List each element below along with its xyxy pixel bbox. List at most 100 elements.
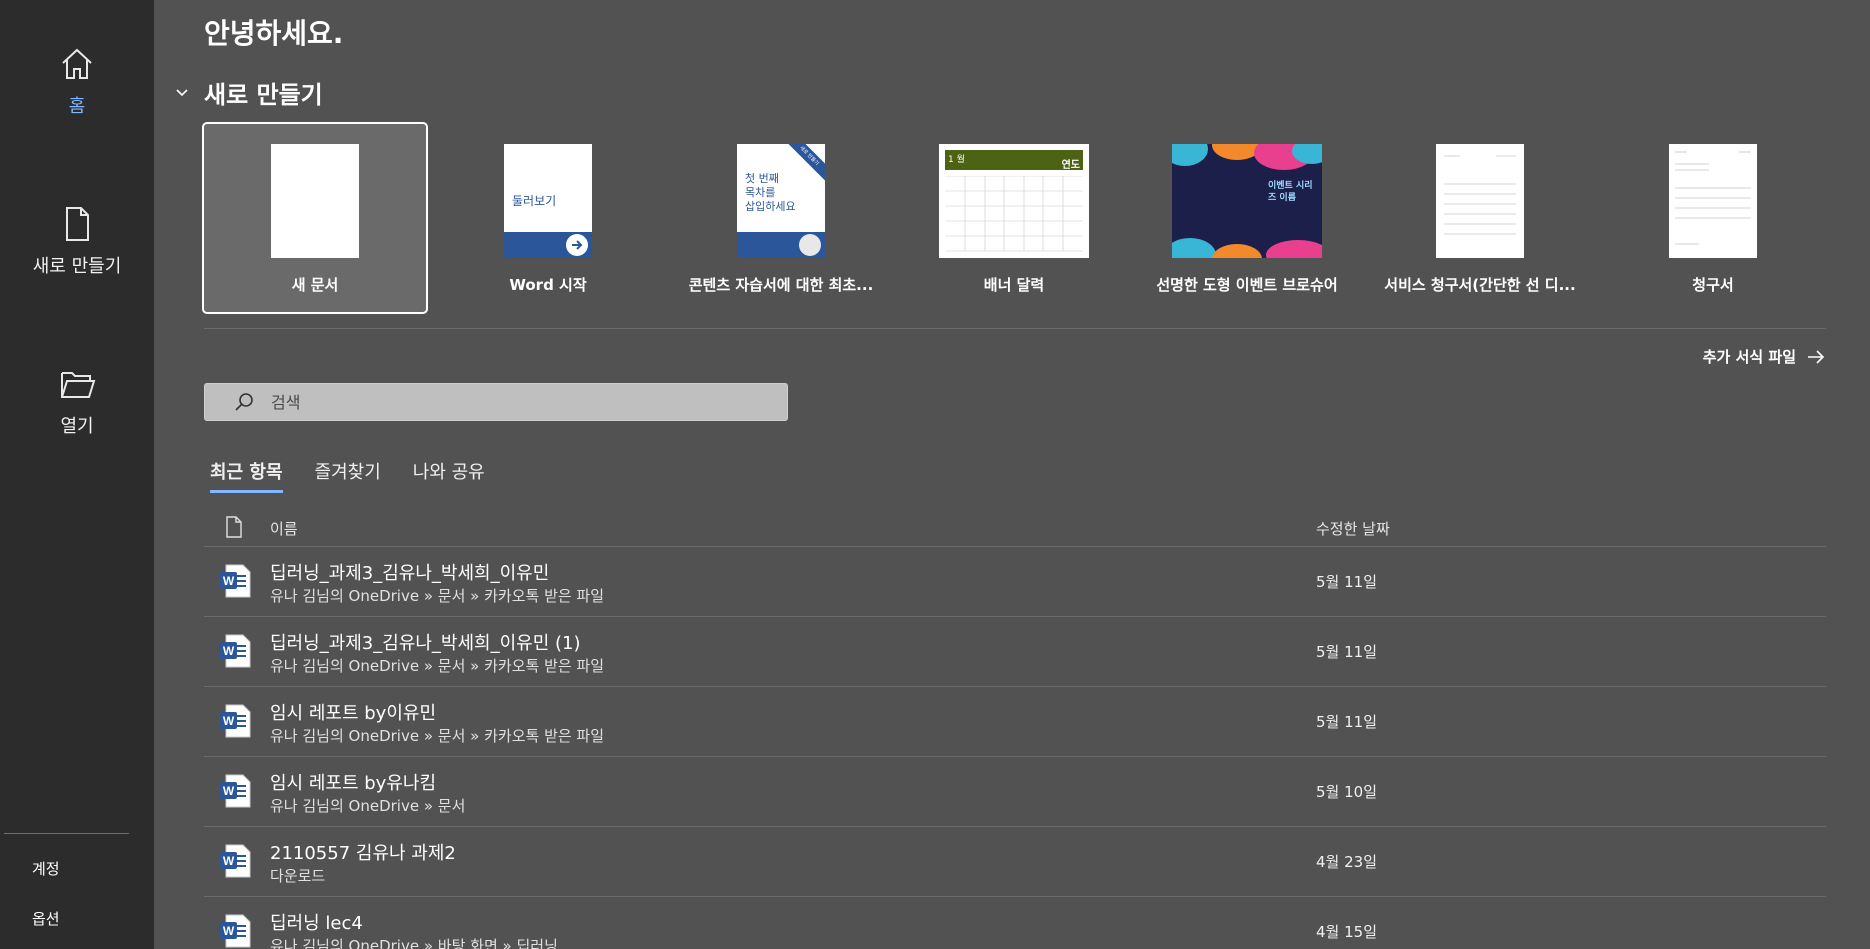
tour-template-thumbnail: 둘러보기	[504, 144, 592, 258]
template-toc-tutorial[interactable]: 첫 번째 목차를 삽입하세요 새로 만들기 콘텐츠 자습서에 대한 최초...	[670, 124, 892, 312]
svg-text:W: W	[223, 924, 235, 938]
new-section-toggle[interactable]: 새로 만들기	[174, 75, 323, 110]
calendar-year: 연도	[1061, 160, 1080, 171]
word-document-icon: W	[220, 774, 251, 808]
file-path: 유나 김님의 OneDrive » 바탕 화면 » 딥러닝	[270, 937, 558, 949]
nav-new[interactable]: 새로 만들기	[0, 204, 154, 278]
file-row[interactable]: W 딥러닝 lec4 유나 김님의 OneDrive » 바탕 화면 » 딥러닝…	[204, 897, 1826, 949]
new-section-title: 새로 만들기	[204, 81, 323, 109]
nav-home-label: 홈	[68, 96, 86, 117]
file-title: 임시 레포트 by이유민	[270, 703, 437, 724]
calendar-month: 1 월	[948, 155, 965, 165]
word-document-icon: W	[220, 844, 251, 878]
file-list-header: 이름 수정한 날짜	[204, 512, 1826, 547]
search-icon	[235, 393, 253, 411]
invoice-lines	[1675, 151, 1751, 245]
file-type-icon	[226, 516, 242, 538]
template-name: 콘텐츠 자습서에 대한 최초...	[688, 276, 874, 294]
column-modified-header[interactable]: 수정한 날짜	[1316, 518, 1390, 539]
file-row[interactable]: W 임시 레포트 by유나킴 유나 김님의 OneDrive » 문서 5월 1…	[204, 757, 1826, 827]
word-document-icon: W	[220, 634, 251, 668]
toc-template-thumbnail: 첫 번째 목차를 삽입하세요 새로 만들기	[737, 144, 825, 258]
shape	[1212, 244, 1262, 258]
recent-tabs: 최근 항목 즐겨찾기 나와 공유	[210, 458, 517, 493]
insert-toc-icon	[799, 234, 821, 256]
template-word-tour[interactable]: 둘러보기 Word 시작	[437, 124, 659, 312]
template-name: 선명한 도형 이벤트 브로슈어	[1156, 276, 1338, 294]
template-blank-document[interactable]: 새 문서	[202, 122, 428, 314]
svg-text:W: W	[223, 574, 235, 588]
nav-options[interactable]: 옵션	[32, 908, 60, 929]
shape	[1172, 238, 1216, 258]
calendar-banner: 1 월 연도	[945, 150, 1083, 171]
file-modified-date: 5월 11일	[1316, 713, 1377, 731]
file-title: 딥러닝 lec4	[270, 913, 363, 934]
thumb-text: 둘러보기	[512, 194, 557, 208]
file-title: 2110557 김유나 과제2	[270, 843, 456, 864]
template-banner-calendar[interactable]: 1 월 연도 배너 달력	[903, 124, 1125, 312]
left-navigation: 홈 새로 만들기 열기 계정 옵션	[0, 0, 154, 949]
file-modified-date: 5월 11일	[1316, 573, 1377, 591]
file-row[interactable]: W 2110557 김유나 과제2 다운로드 4월 23일	[204, 827, 1826, 897]
file-path: 유나 김님의 OneDrive » 문서 » 카카오톡 받은 파일	[270, 657, 605, 675]
file-row[interactable]: W 딥러닝_과제3_김유나_박세희_이유민 (1) 유나 김님의 OneDriv…	[204, 617, 1826, 687]
template-gallery: 새 문서 둘러보기 Word 시작 첫 번째 목차를 삽입하세요 새로 만들기 …	[202, 122, 1844, 314]
main-content: 안녕하세요. 새로 만들기 새 문서 둘러보기 Word 시작 첫 번째 목차를…	[154, 0, 1870, 949]
template-name: 새 문서	[291, 276, 339, 294]
arrow-right-icon	[1808, 349, 1825, 364]
template-name: 서비스 청구서(간단한 선 디...	[1384, 276, 1576, 294]
search-input[interactable]	[269, 391, 753, 413]
recent-file-list: W 딥러닝_과제3_김유나_박세희_이유민 유나 김님의 OneDrive » …	[204, 547, 1826, 949]
chevron-down-icon	[176, 88, 188, 96]
tab-recent[interactable]: 최근 항목	[210, 458, 283, 493]
svg-text:W: W	[223, 784, 235, 798]
word-document-icon: W	[220, 704, 251, 738]
invoice-lines	[1444, 155, 1516, 235]
thumb-text: 첫 번째 목차를 삽입하세요	[745, 172, 796, 213]
file-modified-date: 4월 23일	[1316, 853, 1377, 871]
file-title: 딥러닝_과제3_김유나_박세희_이유민 (1)	[270, 633, 581, 654]
nav-account[interactable]: 계정	[32, 858, 60, 879]
shape	[1172, 144, 1208, 166]
calendar-template-thumbnail: 1 월 연도	[939, 144, 1089, 258]
template-event-brochure[interactable]: 이벤트 시리즈 이름 선명한 도형 이벤트 브로슈어	[1136, 124, 1358, 312]
file-modified-date: 5월 10일	[1316, 783, 1377, 801]
folder-open-icon	[61, 372, 96, 398]
file-modified-date: 4월 15일	[1316, 923, 1377, 941]
word-document-icon: W	[220, 564, 251, 598]
search-box[interactable]	[204, 383, 788, 421]
file-path: 다운로드	[270, 867, 326, 885]
more-templates-link[interactable]: 추가 서식 파일	[1703, 346, 1826, 367]
greeting-heading: 안녕하세요.	[204, 17, 344, 50]
file-path: 유나 김님의 OneDrive » 문서	[270, 797, 466, 815]
shape	[1266, 240, 1322, 258]
file-row[interactable]: W 딥러닝_과제3_김유나_박세희_이유민 유나 김님의 OneDrive » …	[204, 547, 1826, 617]
word-start-screen: 홈 새로 만들기 열기 계정 옵션 안녕하세요. 새로 만들기 새 문서 둘러보…	[0, 0, 1870, 949]
template-name: 청구서	[1692, 276, 1734, 294]
file-row[interactable]: W 임시 레포트 by이유민 유나 김님의 OneDrive » 문서 » 카카…	[204, 687, 1826, 757]
nav-open[interactable]: 열기	[0, 364, 154, 438]
nav-new-label: 새로 만들기	[32, 256, 122, 277]
calendar-grid	[945, 176, 1083, 252]
template-name: 배너 달력	[983, 276, 1045, 294]
tab-favorites[interactable]: 즐겨찾기	[315, 458, 381, 493]
svg-text:W: W	[223, 644, 235, 658]
file-title: 임시 레포트 by유나킴	[270, 773, 437, 794]
nav-open-label: 열기	[60, 416, 94, 437]
tab-shared-with-me[interactable]: 나와 공유	[413, 458, 485, 493]
new-document-icon	[66, 207, 89, 241]
nav-home[interactable]: 홈	[0, 44, 154, 118]
file-path: 유나 김님의 OneDrive » 문서 » 카카오톡 받은 파일	[270, 587, 605, 605]
nav-divider	[4, 833, 129, 834]
column-name-header[interactable]: 이름	[270, 518, 298, 539]
section-divider	[204, 328, 1826, 329]
more-templates-label: 추가 서식 파일	[1702, 348, 1796, 366]
template-name: Word 시작	[509, 276, 587, 294]
blank-document-thumbnail	[271, 144, 359, 258]
file-title: 딥러닝_과제3_김유나_박세희_이유민	[270, 563, 550, 584]
template-invoice[interactable]: 청구서	[1602, 124, 1824, 312]
svg-text:W: W	[223, 854, 235, 868]
template-service-invoice[interactable]: 서비스 청구서(간단한 선 디...	[1369, 124, 1591, 312]
home-icon	[62, 48, 92, 79]
brochure-template-thumbnail: 이벤트 시리즈 이름	[1172, 144, 1322, 258]
